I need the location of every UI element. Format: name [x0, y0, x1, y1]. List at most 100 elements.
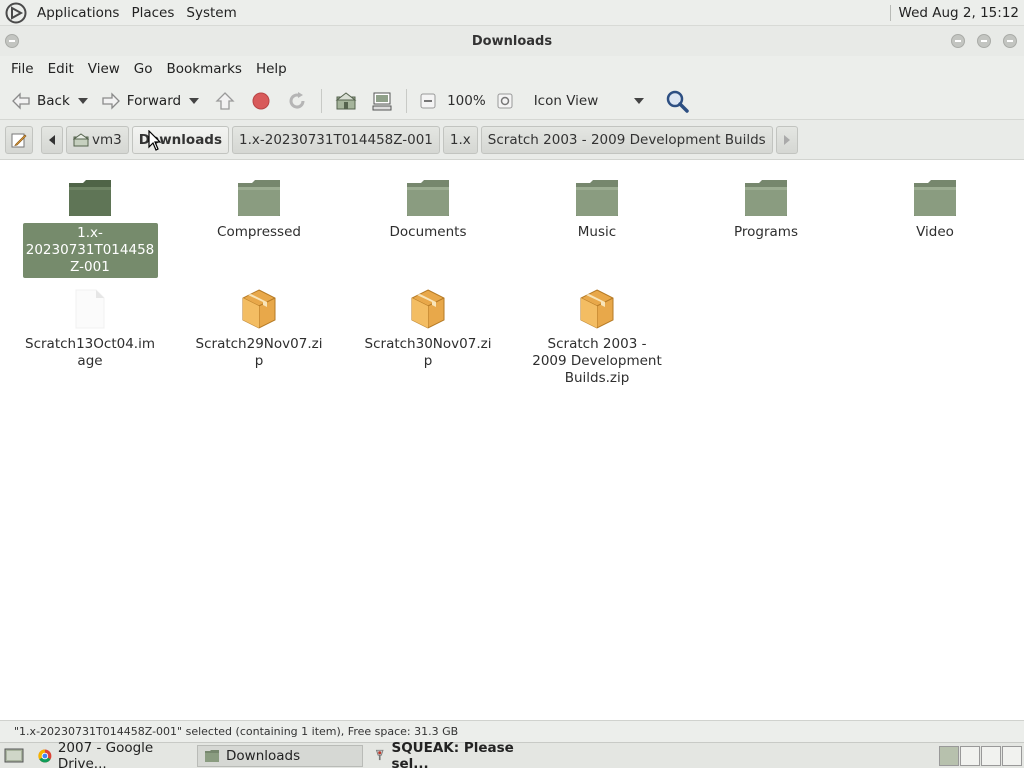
edit-pencil-icon [11, 133, 27, 147]
show-desktop-button[interactable] [3, 745, 25, 767]
taskbar: 2007 - Google Drive... Downloads SQUEAK:… [0, 740, 1024, 768]
minimize-button[interactable] [951, 34, 965, 48]
archive-package-icon [235, 282, 283, 330]
forward-label: Forward [126, 92, 182, 109]
status-text: "1.x-20230731T014458Z-001" selected (con… [14, 725, 459, 738]
view-mode-select[interactable]: Icon View [534, 93, 644, 109]
file-icon-view[interactable]: 1.x-20230731T014458Z-001 Compressed Docu… [0, 130, 1024, 720]
show-desktop-icon [4, 748, 24, 762]
archive-package-icon [573, 282, 621, 330]
workspace-1[interactable] [939, 745, 959, 766]
back-history-dropdown-icon[interactable] [77, 97, 88, 104]
file-item[interactable]: Compressed [184, 170, 334, 242]
menu-help[interactable]: Help [249, 61, 294, 77]
up-button[interactable] [212, 88, 238, 114]
window-titlebar[interactable]: Downloads [0, 26, 1024, 56]
breadcrumb-scroll-right[interactable] [775, 125, 798, 154]
workspace-2[interactable] [960, 745, 980, 766]
window-title: Downloads [471, 33, 553, 49]
computer-button[interactable] [369, 88, 395, 114]
panel-separator [889, 4, 891, 21]
home-icon [335, 91, 357, 109]
file-name: Video [916, 224, 954, 240]
file-item[interactable]: Scratch13Oct04.image [15, 282, 165, 371]
file-item[interactable]: Scratch30Nov07.zip [353, 282, 503, 371]
stop-icon [252, 92, 270, 109]
zoom-out-icon [420, 93, 436, 108]
zoom-level[interactable]: 100% [447, 93, 486, 109]
menu-view[interactable]: View [81, 61, 127, 77]
task-google-drive[interactable]: 2007 - Google Drive... [31, 740, 193, 768]
file-name: Scratch 2003 - 2009 Development Builds.z… [532, 336, 662, 386]
menu-edit[interactable]: Edit [41, 61, 81, 77]
menu-bookmarks[interactable]: Bookmarks [160, 61, 249, 77]
toolbar-separator [321, 88, 323, 113]
maximize-button[interactable] [977, 34, 991, 48]
zoom-in-icon [497, 93, 513, 108]
distro-logo-icon[interactable] [5, 2, 27, 24]
squeak-icon [375, 749, 384, 760]
breadcrumb-vm3[interactable]: vm3 [66, 125, 129, 154]
breadcrumb-scroll-left[interactable] [41, 125, 63, 154]
file-name: Documents [389, 224, 467, 240]
file-item[interactable]: Scratch29Nov07.zip [184, 282, 334, 371]
clock[interactable]: Wed Aug 2, 15:12 [899, 5, 1019, 21]
view-mode-dropdown-icon [633, 97, 644, 104]
breadcrumb-downloads[interactable]: Downloads [131, 125, 230, 154]
search-button[interactable] [664, 88, 690, 114]
reload-button[interactable] [284, 88, 310, 114]
search-icon [666, 90, 689, 113]
blank-document-icon [66, 282, 114, 330]
left-arrow-icon [49, 134, 55, 145]
task-downloads[interactable]: Downloads [197, 744, 363, 767]
reload-icon [289, 91, 305, 109]
file-name: 1.x-20230731T014458Z-001 [22, 223, 158, 278]
window-menu-icon[interactable] [5, 34, 19, 48]
stop-button[interactable] [248, 88, 274, 114]
workspace-4[interactable] [1002, 745, 1022, 766]
menu-go[interactable]: Go [127, 61, 160, 77]
file-name: Scratch30Nov07.zip [364, 336, 492, 369]
folder-icon [742, 170, 790, 218]
zoom-out-button[interactable] [415, 88, 441, 114]
breadcrumb-1x[interactable]: 1.x [442, 125, 478, 154]
computer-icon [372, 92, 392, 110]
toggle-location-entry-button[interactable] [5, 125, 33, 154]
view-mode-label: Icon View [533, 92, 599, 109]
menubar: File Edit View Go Bookmarks Help [0, 56, 1024, 82]
menu-file[interactable]: File [4, 61, 41, 77]
folder-icon [235, 170, 283, 218]
file-item[interactable]: Video [860, 170, 1010, 242]
home-button[interactable] [333, 88, 359, 114]
file-item[interactable]: 1.x-20230731T014458Z-001 [15, 170, 165, 278]
file-item[interactable]: Scratch 2003 - 2009 Development Builds.z… [522, 282, 672, 388]
folder-icon [911, 170, 959, 218]
file-name: Scratch13Oct04.image [25, 336, 155, 369]
folder-icon [404, 170, 452, 218]
toolbar-separator [406, 88, 408, 113]
file-item[interactable]: Programs [691, 170, 841, 242]
back-label: Back [37, 92, 70, 109]
file-item[interactable]: Music [522, 170, 672, 242]
back-button[interactable]: Back [6, 86, 74, 116]
applications-menu[interactable]: Applications [31, 5, 125, 21]
system-menu[interactable]: System [180, 5, 242, 21]
mouse-pointer-icon [148, 130, 162, 151]
forward-history-dropdown-icon[interactable] [189, 97, 200, 104]
zoom-in-button[interactable] [492, 88, 518, 114]
places-menu[interactable]: Places [125, 5, 180, 21]
breadcrumb-1x-archive-folder[interactable]: 1.x-20230731T014458Z-001 [232, 125, 440, 154]
close-button[interactable] [1003, 34, 1017, 48]
workspace-3[interactable] [981, 745, 1001, 766]
up-arrow-icon [215, 91, 235, 110]
breadcrumb-scratch-dev-builds[interactable]: Scratch 2003 - 2009 Development Builds [480, 125, 773, 154]
file-name: Scratch29Nov07.zip [195, 336, 323, 369]
file-name: Music [577, 224, 617, 240]
forward-button[interactable]: Forward [96, 86, 185, 116]
task-squeak[interactable]: SQUEAK: Please sel... [367, 740, 533, 768]
folder-icon [205, 749, 219, 762]
chrome-icon [38, 749, 52, 763]
back-arrow-icon [12, 91, 30, 110]
archive-package-icon [404, 282, 452, 330]
file-item[interactable]: Documents [353, 170, 503, 242]
